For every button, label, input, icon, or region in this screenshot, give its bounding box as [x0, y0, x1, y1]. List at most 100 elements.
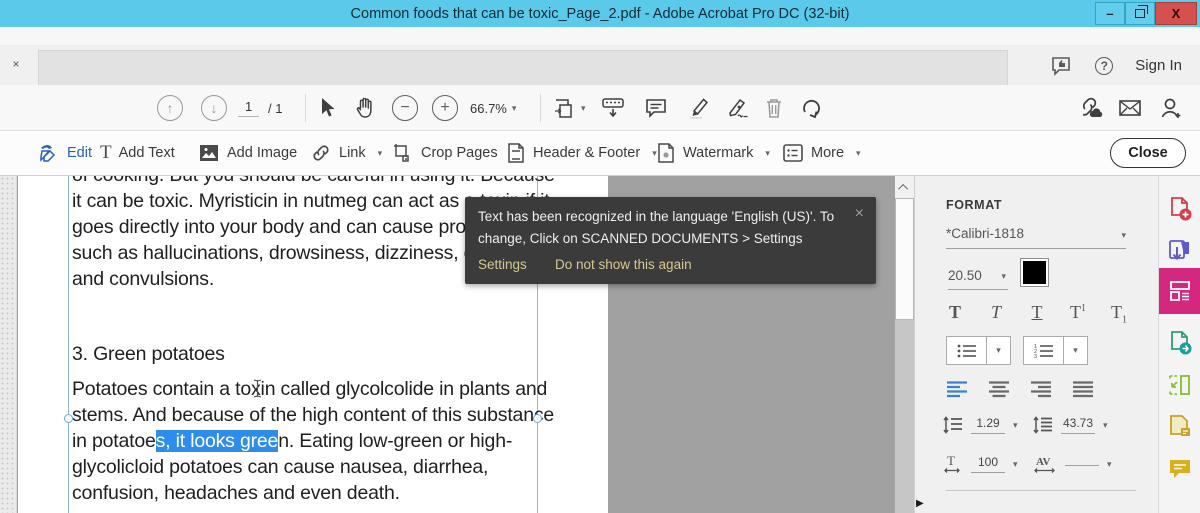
- document-tab-bar: × ? Sign In: [0, 46, 1200, 85]
- vertical-scrollbar[interactable]: [895, 176, 914, 513]
- minimize-button[interactable]: –: [1095, 2, 1125, 25]
- settings-link[interactable]: Settings: [478, 257, 527, 272]
- link-tool[interactable]: Link ▾: [310, 131, 382, 175]
- feedback-icon[interactable]: [1051, 56, 1073, 76]
- tool-create-pdf[interactable]: [1159, 188, 1200, 230]
- add-text-tool[interactable]: T Add Text: [100, 131, 175, 175]
- tool-edit-pdf[interactable]: [1159, 364, 1200, 406]
- tool-enhance-scans[interactable]: [1159, 322, 1200, 364]
- font-color-swatch[interactable]: [1021, 259, 1048, 286]
- text-tool-icon: T: [100, 142, 112, 164]
- line-spacing-dropdown[interactable]: 1.29: [971, 416, 1005, 434]
- resize-page-icon: [1167, 372, 1193, 398]
- chevron-down-icon: ▾: [1001, 271, 1006, 282]
- chevron-up-icon: [898, 183, 908, 193]
- horizontal-scale-dropdown[interactable]: 100: [971, 455, 1005, 473]
- sign-in-button[interactable]: Sign In: [1135, 57, 1182, 74]
- italic-button[interactable]: T: [987, 302, 1005, 326]
- line-spacing-value: 1.29: [976, 416, 999, 430]
- email-button[interactable]: [1117, 85, 1143, 131]
- format-panel: FORMAT *Calibri-1818 ▾ 20.50 ▾ T T T T1 …: [914, 176, 1158, 513]
- watermark-tool[interactable]: Watermark ▾: [656, 131, 770, 175]
- bullet-list-dropdown[interactable]: ▾: [946, 336, 1011, 365]
- close-edit-button[interactable]: Close: [1110, 138, 1186, 168]
- chevron-down-icon[interactable]: ▾: [1103, 420, 1108, 431]
- tool-comment[interactable]: [1159, 448, 1200, 490]
- fill-sign-tool-button[interactable]: [726, 85, 752, 131]
- page-number-input[interactable]: 1: [238, 99, 259, 117]
- bold-button[interactable]: T: [946, 302, 964, 326]
- restore-button[interactable]: [1125, 2, 1155, 25]
- notification-close-icon[interactable]: ×: [855, 205, 864, 223]
- more-icon: [782, 143, 804, 163]
- zoom-in-button[interactable]: +: [432, 95, 458, 121]
- help-glyph: ?: [1101, 59, 1108, 73]
- edit-tool[interactable]: Edit: [38, 131, 92, 175]
- close-window-button[interactable]: X: [1155, 2, 1197, 25]
- line-spacing-icon: [943, 416, 963, 434]
- zoom-level-dropdown[interactable]: 66.7% ▾: [470, 85, 516, 131]
- collapsed-nav-pane[interactable]: [0, 176, 17, 513]
- document-tab[interactable]: [38, 50, 1008, 85]
- tool-export-pdf[interactable]: [1159, 230, 1200, 272]
- page-fit-dropdown[interactable]: ▾: [552, 85, 586, 131]
- scroll-up-button[interactable]: [895, 176, 914, 198]
- crop-pages-tool[interactable]: Crop Pages: [392, 131, 498, 175]
- format-panel-title: FORMAT: [946, 198, 1002, 212]
- account-button[interactable]: [1158, 85, 1184, 131]
- scrolling-mode-button[interactable]: [600, 85, 626, 131]
- previous-page-button[interactable]: ↑: [157, 95, 183, 121]
- horizontal-scale-value: 100: [978, 455, 998, 469]
- highlighter-icon: [686, 96, 710, 120]
- doc-line-clipped: of cooking. But you should be careful in…: [72, 176, 555, 187]
- dismiss-link[interactable]: Do not show this again: [555, 257, 692, 272]
- chevron-down-icon: ▾: [1121, 230, 1126, 241]
- chevron-down-icon[interactable]: ▾: [1013, 459, 1018, 470]
- align-right-button[interactable]: [1030, 380, 1052, 398]
- chevron-down-icon: ▾: [581, 103, 586, 114]
- minimize-icon: –: [1106, 6, 1113, 21]
- zoom-out-button[interactable]: −: [392, 95, 418, 121]
- comment-tool-button[interactable]: [644, 85, 668, 131]
- chevron-down-icon[interactable]: ▾: [1013, 420, 1018, 431]
- align-left-button[interactable]: [946, 380, 968, 398]
- superscript-button[interactable]: T1: [1069, 302, 1087, 326]
- close-tab-icon[interactable]: ×: [8, 56, 24, 72]
- scrollbar-thumb[interactable]: [895, 198, 914, 320]
- numbered-list-dropdown[interactable]: 1 2 3 ▾: [1023, 336, 1088, 365]
- panel-expand-icon[interactable]: ▶: [916, 498, 924, 509]
- subscript-button[interactable]: T1: [1110, 302, 1128, 326]
- share-link-button[interactable]: [1076, 85, 1104, 131]
- line-post: n. Eating low-green or high-: [278, 430, 512, 452]
- doc-heading: 3. Green potatoes: [72, 343, 225, 366]
- redo-button[interactable]: [798, 85, 824, 131]
- next-page-button[interactable]: ↓: [201, 95, 227, 121]
- more-tool[interactable]: More ▾: [782, 131, 861, 175]
- align-justify-button[interactable]: [1072, 380, 1094, 398]
- zoom-level-value: 66.7%: [470, 101, 507, 116]
- select-tool-button[interactable]: [315, 85, 339, 131]
- underline-button[interactable]: T: [1028, 302, 1046, 326]
- document-canvas: of cooking. But you should be careful in…: [0, 176, 1200, 513]
- highlight-tool-button[interactable]: [686, 85, 710, 131]
- title-bar: Common foods that can be toxic_Page_2.pd…: [0, 0, 1200, 27]
- hand-tool-button[interactable]: [352, 85, 378, 131]
- help-icon[interactable]: ?: [1095, 57, 1113, 75]
- align-center-button[interactable]: [988, 380, 1010, 398]
- line-pre: in potatoe: [72, 430, 156, 452]
- paragraph-spacing-dropdown[interactable]: 43.73: [1061, 416, 1095, 434]
- textbox-handle-left[interactable]: [64, 414, 73, 423]
- tool-organize-pages[interactable]: [1159, 268, 1200, 314]
- textbox-handle-right[interactable]: [533, 414, 542, 423]
- delete-tool-button[interactable]: [763, 85, 785, 131]
- chevron-down-icon[interactable]: ▾: [1107, 459, 1112, 470]
- tool-fill-sign[interactable]: [1159, 406, 1200, 448]
- font-family-dropdown[interactable]: *Calibri-1818 ▾: [946, 226, 1126, 249]
- character-spacing-dropdown[interactable]: [1065, 462, 1099, 466]
- doc-line: goes directly into your body and can cau…: [72, 216, 517, 239]
- font-size-dropdown[interactable]: 20.50 ▾: [948, 268, 1008, 290]
- header-footer-tool[interactable]: Header & Footer ▾: [506, 131, 657, 175]
- chevron-down-icon: ▾: [996, 345, 1001, 356]
- header-footer-label: Header & Footer: [533, 145, 640, 161]
- add-image-tool[interactable]: Add Image: [198, 131, 297, 175]
